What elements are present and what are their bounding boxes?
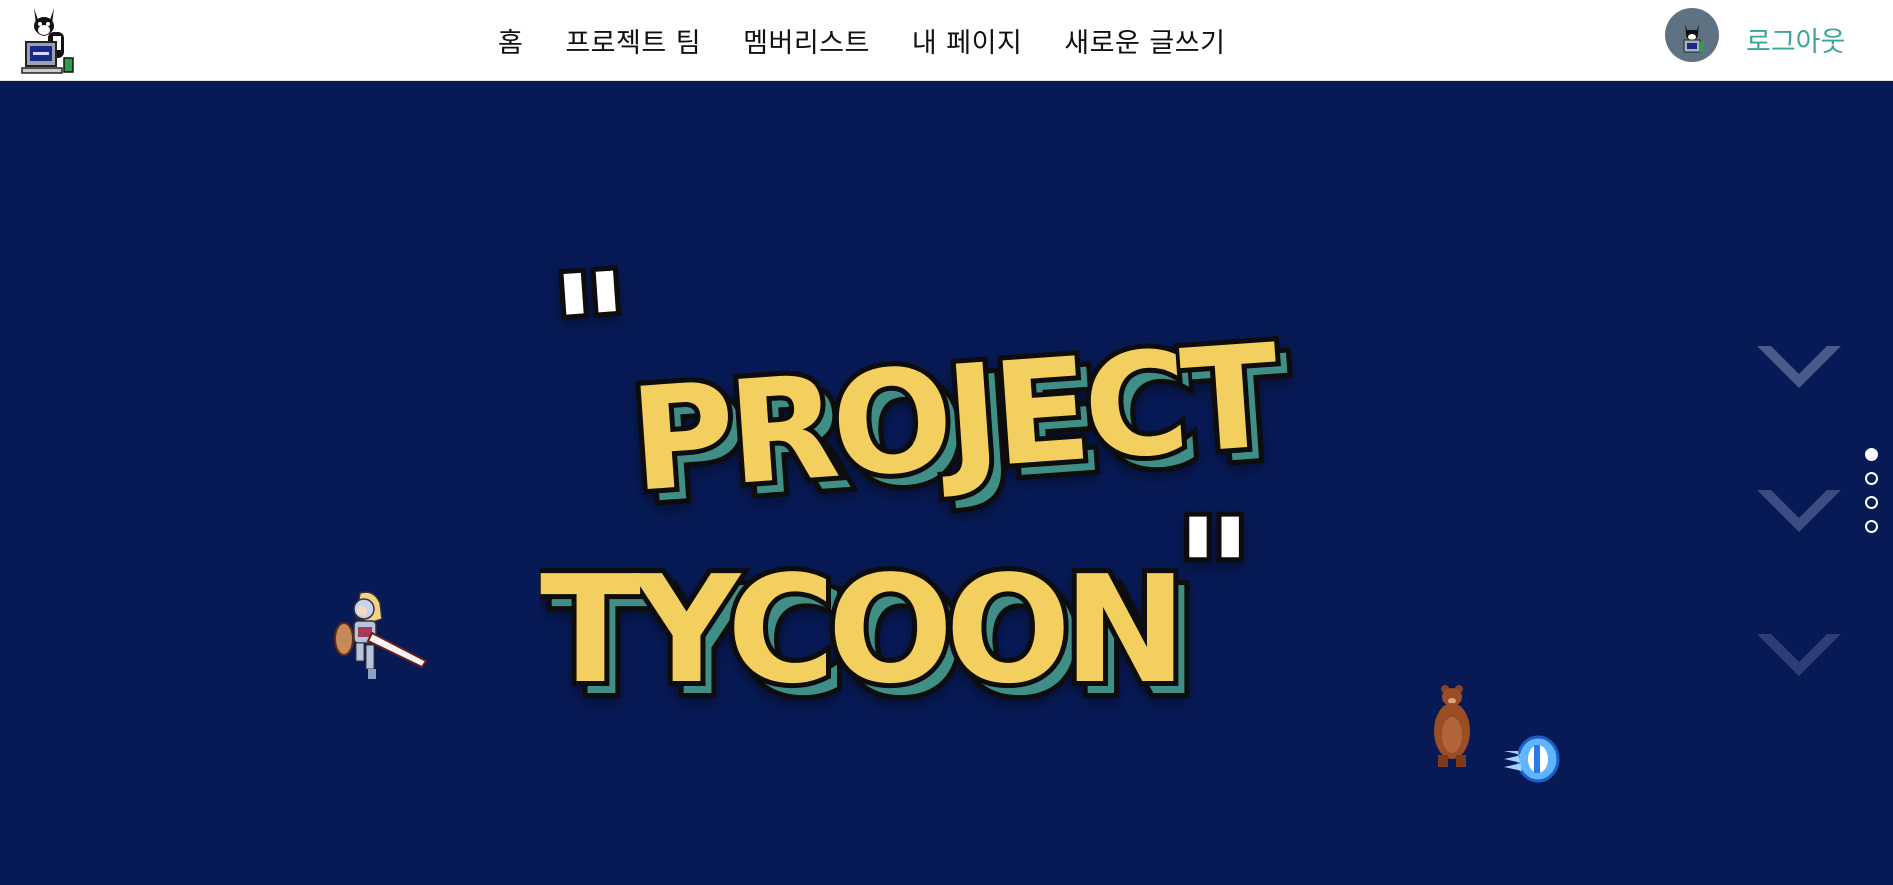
nav-item-home[interactable]: 홈 [498, 21, 523, 60]
avatar-cat-icon [1683, 24, 1704, 53]
title-line2: TYCOON [540, 544, 1179, 716]
logout-link[interactable]: 로그아웃 [1746, 20, 1845, 59]
chevron-down-icon[interactable] [1757, 634, 1841, 680]
knight-sprite-icon [334, 591, 428, 679]
open-quote-mark: " [547, 241, 637, 420]
close-quote-mark: " [1175, 488, 1253, 662]
project-tycoon-title: " PROJECT PROJECT TYCOON TYCOON " [540, 236, 1301, 733]
chevron-down-icon[interactable] [1757, 346, 1841, 392]
pagination-dot-2[interactable] [1865, 472, 1878, 485]
nav-item-new-post[interactable]: 새로운 글쓰기 [1064, 21, 1225, 60]
main-nav-menu: 홈 프로젝트 팀 멤버리스트 내 페이지 새로운 글쓰기 [498, 20, 1225, 60]
hero-section: " PROJECT PROJECT TYCOON TYCOON " [0, 81, 1893, 885]
top-navbar: 홈 프로젝트 팀 멤버리스트 내 페이지 새로운 글쓰기 로그아웃 [0, 0, 1893, 81]
cat-computer-logo-icon[interactable] [20, 2, 86, 78]
chevron-down-icon[interactable] [1757, 490, 1841, 536]
nav-item-my-page[interactable]: 내 페이지 [912, 21, 1022, 60]
nav-item-project-team[interactable]: 프로젝트 팀 [565, 21, 701, 60]
pagination-dot-4[interactable] [1865, 520, 1878, 533]
bear-sprite-icon [1434, 685, 1470, 767]
pagination-dot-1[interactable] [1865, 448, 1878, 461]
nav-item-member-list[interactable]: 멤버리스트 [743, 21, 870, 60]
section-pagination [1865, 448, 1878, 533]
pagination-dot-3[interactable] [1865, 496, 1878, 509]
user-avatar[interactable] [1665, 8, 1719, 62]
ice-fireball-sprite-icon [1504, 735, 1560, 783]
